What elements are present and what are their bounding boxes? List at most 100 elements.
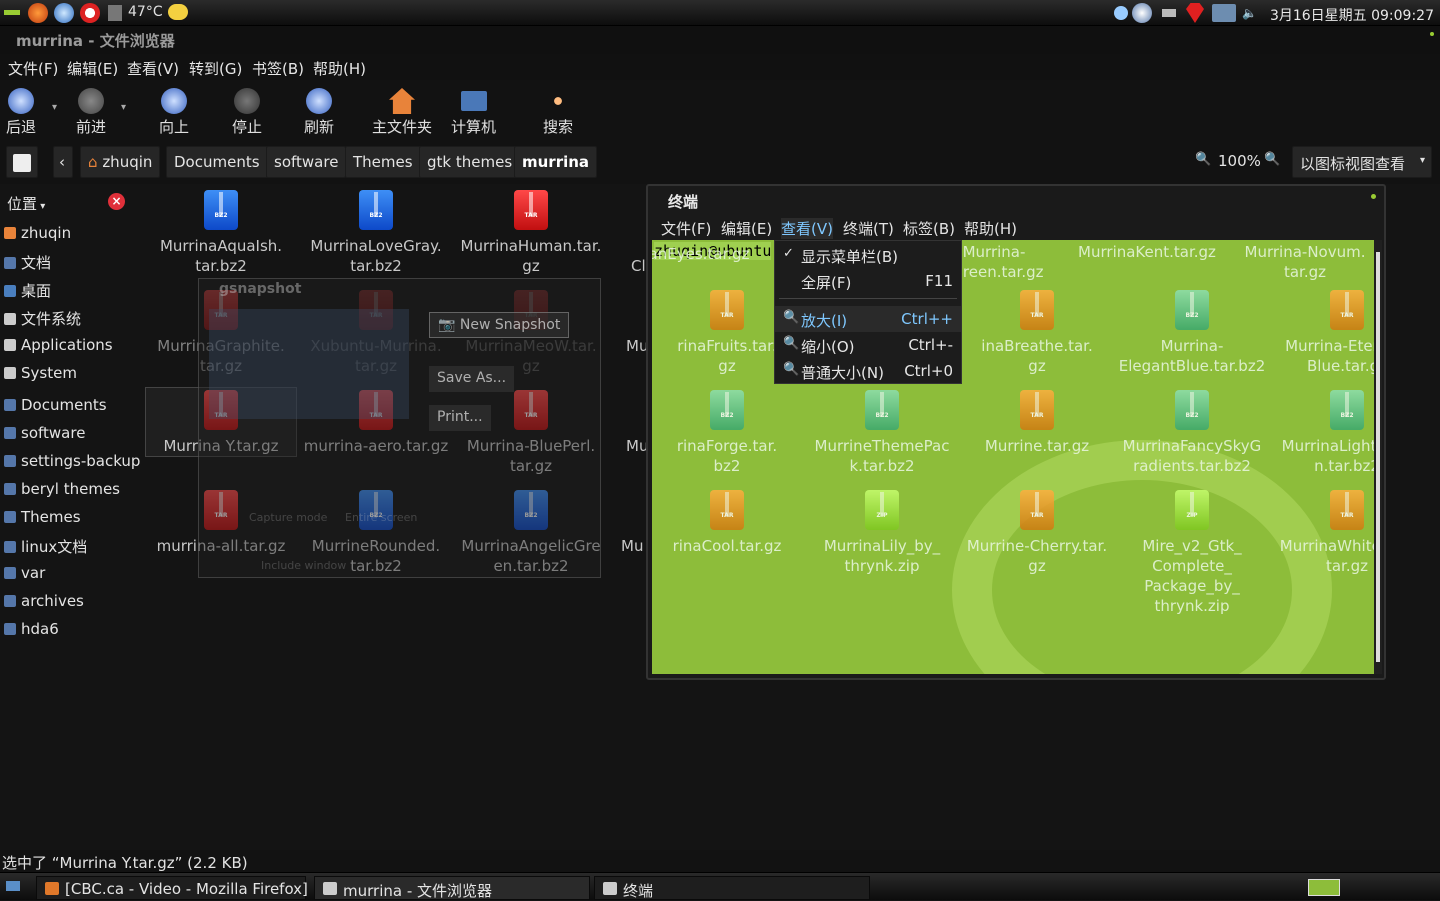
terminal-window[interactable]: 终端 文件(F) 编辑(E) 查看(V) 终端(T) 标签(B) 帮助(H) z…	[646, 184, 1386, 680]
firefox-icon[interactable]	[28, 3, 48, 23]
file-item[interactable]: TAR Murrine-Cherry.tar. gz	[962, 488, 1112, 576]
breadcrumb-zhuqin[interactable]: ⌂ zhuqin	[80, 146, 161, 178]
menu-item-zoom-out[interactable]: 🔍 缩小(O) Ctrl+-	[775, 332, 961, 358]
sidebar-item-archives[interactable]: archives	[4, 592, 84, 610]
help-lifebuoy-icon[interactable]	[80, 3, 100, 23]
menu-view[interactable]: 查看(V)	[127, 58, 179, 79]
menu-go[interactable]: 转到(G)	[189, 58, 242, 79]
terminal-menu-tabs[interactable]: 标签(B)	[903, 218, 955, 239]
sidebar-item-software[interactable]: software	[4, 424, 85, 442]
sidebar-item-system[interactable]: System	[4, 364, 77, 382]
sidebar-item-filesystem[interactable]: 文件系统	[4, 308, 81, 329]
sidebar-item-desktop[interactable]: 桌面	[4, 280, 51, 301]
refresh-button[interactable]: 刷新	[304, 88, 334, 137]
gem-icon[interactable]	[1186, 3, 1204, 23]
search-button[interactable]: 搜索	[543, 88, 573, 137]
file-item[interactable]: anEyes.tar.gz	[652, 244, 774, 264]
menu-file[interactable]: 文件(F)	[8, 58, 58, 79]
view-mode-select[interactable]: 以图标视图查看 ▾	[1292, 146, 1432, 178]
terminal-scrollbar[interactable]	[1374, 240, 1382, 674]
save-as-button[interactable]: Save As...	[429, 366, 515, 392]
home-button[interactable]: 主文件夹	[372, 88, 432, 137]
include-window-option[interactable]: Include window	[261, 559, 346, 572]
sidebar-item-documents[interactable]: Documents	[4, 396, 107, 414]
file-item[interactable]: BZ2 Murrina- ElegantBlue.tar.bz2	[1117, 288, 1267, 376]
file-item[interactable]: BZ2 rinaForge.tar. bz2	[652, 388, 802, 476]
file-item[interactable]: MurrinaKent.tar.gz	[1072, 242, 1222, 262]
terminal-scrollbar-thumb[interactable]	[1376, 252, 1380, 662]
zoom-out-icon[interactable]: 🔍	[1195, 152, 1211, 167]
file-item[interactable]: TAR MurrinaHuman.tar. gz	[456, 188, 606, 276]
breadcrumb-murrina[interactable]: murrina	[514, 146, 598, 178]
sidebar-places-select[interactable]: 位置 ▾	[7, 193, 45, 214]
file-item[interactable]: TAR Murrina-Eternal_ Blue.tar.gz	[1272, 288, 1374, 376]
zoom-in-icon[interactable]: 🔍	[1264, 152, 1280, 167]
menu-bookmarks[interactable]: 书签(B)	[252, 58, 304, 79]
task-terminal[interactable]: 终端	[594, 876, 870, 900]
volume-icon[interactable]: 🔈	[1242, 6, 1257, 20]
breadcrumb-scroll-left-button[interactable]: ‹	[53, 146, 73, 178]
show-desktop-icon[interactable]	[6, 881, 20, 891]
sidebar-item-var[interactable]: var	[4, 564, 45, 582]
file-item[interactable]: ZIP MurrinaLily_by_ thrynk.zip	[807, 488, 957, 576]
stop-button[interactable]: 停止	[232, 88, 262, 137]
messenger-icon[interactable]	[1132, 3, 1152, 23]
sidebar-item-zhuqin[interactable]: zhuqin	[4, 224, 71, 242]
sidebar-item-beryl-themes[interactable]: beryl themes	[4, 480, 120, 498]
menu-bar-icon[interactable]	[4, 10, 20, 15]
terminal-menu-view[interactable]: 查看(V)	[781, 218, 833, 239]
terminal-body[interactable]: zhuqin@ubuntu anEyes.tar.gz Murrina- ygre…	[652, 240, 1374, 674]
task-file-browser[interactable]: murrina - 文件浏览器	[314, 876, 590, 900]
file-item[interactable]: BZ2 MurrinaLoveGray. tar.bz2	[301, 188, 451, 276]
breadcrumb-documents[interactable]: Documents	[166, 146, 268, 178]
sidebar-item-themes[interactable]: Themes	[4, 508, 81, 526]
file-item[interactable]: TAR MurrinaWhite007. tar.gz	[1272, 488, 1374, 576]
computer-button[interactable]: 计算机	[451, 88, 496, 137]
terminal-menu-terminal[interactable]: 终端(T)	[843, 218, 894, 239]
terminal-menu-file[interactable]: 文件(F)	[661, 218, 711, 239]
toggle-location-entry-button[interactable]	[6, 146, 38, 178]
sidebar-close-icon[interactable]: ×	[108, 193, 125, 210]
breadcrumb-themes[interactable]: Themes	[345, 146, 421, 178]
breadcrumb-software[interactable]: software	[266, 146, 347, 178]
file-item[interactable]: ZIP Mire_v2_Gtk_ Complete_ Package_by_ th…	[1117, 488, 1267, 616]
file-item[interactable]: BZ2 MurrineThemePac k.tar.bz2	[807, 388, 957, 476]
sidebar-item-documents-zh[interactable]: 文档	[4, 252, 51, 273]
file-item[interactable]: BZ2 MurrinaFancySkyG radients.tar.bz2	[1117, 388, 1267, 476]
file-item[interactable]: TAR Murrine.tar.gz	[962, 388, 1112, 456]
file-item[interactable]: BZ2 MurrinaAquaIsh. tar.bz2	[146, 188, 296, 276]
zoom-level[interactable]: 100%	[1218, 152, 1261, 170]
sidebar-item-linux-docs[interactable]: linux文档	[4, 536, 87, 557]
menu-item-zoom-in[interactable]: 🔍 放大(I) Ctrl++	[775, 306, 961, 332]
sidebar-item-hda6[interactable]: hda6	[4, 620, 59, 638]
file-item[interactable]: Murrina-Novum. tar.gz	[1230, 242, 1374, 282]
up-button[interactable]: 向上	[159, 88, 189, 137]
menu-help[interactable]: 帮助(H)	[313, 58, 366, 79]
sidebar-item-applications[interactable]: Applications	[4, 336, 113, 354]
back-history-chevron-icon[interactable]: ▾	[52, 102, 57, 113]
sidebar-item-settings-backup[interactable]: settings-backup	[4, 452, 140, 470]
back-button[interactable]: 后退	[6, 88, 36, 137]
keyboard-icon[interactable]	[1162, 9, 1176, 17]
file-item[interactable]: BZ2 MurrinaLightGree n.tar.bz2	[1272, 388, 1374, 476]
breadcrumb-gtk-themes[interactable]: gtk themes	[419, 146, 521, 178]
network-icon[interactable]	[1212, 4, 1236, 22]
print-button[interactable]: Print...	[429, 405, 491, 431]
clock[interactable]: 3月16日星期五 09:09:27	[1270, 5, 1434, 25]
forward-history-chevron-icon[interactable]: ▾	[121, 102, 126, 113]
browser-icon[interactable]	[54, 3, 74, 23]
terminal-menu-help[interactable]: 帮助(H)	[964, 218, 1017, 239]
forward-button[interactable]: 前进	[76, 88, 106, 137]
window-title-bar[interactable]: murrina - 文件浏览器	[0, 26, 1440, 54]
task-firefox[interactable]: [CBC.ca - Video - Mozilla Firefox]	[36, 876, 308, 900]
new-snapshot-button[interactable]: 📷 New Snapshot	[429, 312, 570, 338]
workspace-switcher[interactable]	[1308, 879, 1340, 896]
menu-item-normal-size[interactable]: 🔍 普通大小(N) Ctrl+0	[775, 358, 961, 384]
network-status-icon[interactable]	[1114, 6, 1128, 20]
file-item[interactable]: TAR rinaCool.tar.gz	[652, 488, 802, 556]
menu-item-show-menubar[interactable]: ✓ 显示菜单栏(B)	[775, 242, 961, 268]
file-item[interactable]: TAR inaBreathe.tar. gz	[962, 288, 1112, 376]
menu-item-fullscreen[interactable]: 全屏(F) F11	[775, 268, 961, 294]
entire-screen-option[interactable]: Entire screen	[345, 511, 417, 524]
menu-edit[interactable]: 编辑(E)	[67, 58, 118, 79]
